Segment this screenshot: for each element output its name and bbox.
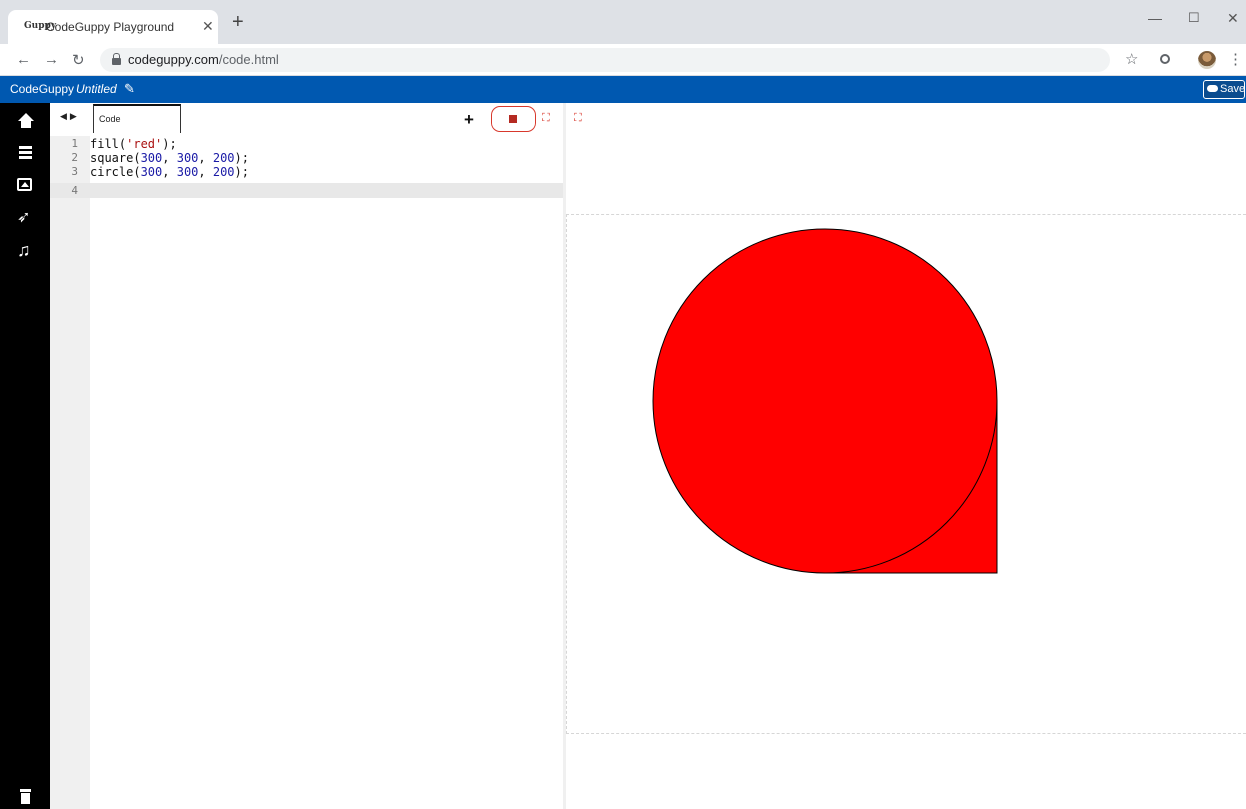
reload-icon[interactable]: ↻ bbox=[72, 51, 85, 69]
app-header: CodeGuppy Untitled ✎ Save bbox=[0, 76, 1246, 103]
red-circle bbox=[652, 228, 998, 574]
music-icon[interactable]: ♫ bbox=[17, 241, 35, 259]
url-text: codeguppy.com/code.html bbox=[128, 52, 279, 67]
line-number: 1 bbox=[71, 137, 78, 150]
rocket-icon[interactable]: ➶ bbox=[17, 209, 35, 227]
forward-icon[interactable]: → bbox=[44, 51, 59, 68]
file-name[interactable]: Untitled bbox=[76, 82, 117, 96]
browser-tab[interactable]: Guppy CodeGuppy Playground ✕ bbox=[8, 10, 218, 44]
sidebar: ➶ ♫ bbox=[0, 103, 50, 809]
expand-editor-icon[interactable]: ⛶ bbox=[542, 112, 550, 125]
address-bar[interactable]: codeguppy.com/code.html bbox=[100, 48, 1110, 72]
menu-dots-icon[interactable]: ⋮ bbox=[1228, 50, 1243, 68]
bookmark-star-icon[interactable]: ☆ bbox=[1125, 50, 1138, 68]
image-icon[interactable] bbox=[17, 178, 32, 191]
line-number: 2 bbox=[71, 151, 78, 164]
code-line[interactable]: 2 square(300, 300, 200); bbox=[50, 151, 563, 165]
tab-title: CodeGuppy Playground bbox=[46, 20, 175, 34]
code-line[interactable]: 3 circle(300, 300, 200); bbox=[50, 165, 563, 179]
extension-icon[interactable] bbox=[1160, 54, 1170, 64]
line-code: fill('red'); bbox=[90, 137, 177, 151]
canvas-drawing bbox=[652, 228, 998, 574]
app-brand[interactable]: CodeGuppy bbox=[10, 82, 74, 96]
tab-close-icon[interactable]: ✕ bbox=[202, 18, 214, 35]
browser-tab-bar: Guppy CodeGuppy Playground ✕ + — ☐ ✕ bbox=[0, 0, 1246, 44]
stop-button[interactable] bbox=[491, 106, 536, 132]
window-close-icon[interactable]: ✕ bbox=[1227, 10, 1239, 27]
trash-icon[interactable] bbox=[17, 789, 35, 807]
save-label: Save bbox=[1220, 83, 1246, 95]
maximize-icon[interactable]: ☐ bbox=[1188, 10, 1200, 26]
home-icon[interactable] bbox=[17, 113, 35, 131]
tab-code[interactable]: Code bbox=[93, 104, 181, 133]
line-number: 3 bbox=[71, 165, 78, 178]
pencil-icon[interactable]: ✎ bbox=[124, 81, 135, 97]
cloud-icon bbox=[1207, 85, 1218, 92]
list-icon[interactable] bbox=[17, 145, 35, 163]
avatar[interactable] bbox=[1198, 51, 1216, 69]
line-code: square(300, 300, 200); bbox=[90, 151, 249, 165]
code-line[interactable]: 1 fill('red'); bbox=[50, 137, 563, 151]
stop-icon bbox=[509, 115, 517, 123]
browser-toolbar: ← → ↻ codeguppy.com/code.html ☆ ⋮ bbox=[0, 44, 1246, 76]
output-panel: ⛶ bbox=[566, 103, 1246, 809]
line-code: circle(300, 300, 200); bbox=[90, 165, 249, 179]
back-icon[interactable]: ← bbox=[16, 51, 31, 68]
tab-code-label: Code bbox=[99, 114, 121, 124]
code-editor-panel: ◀▶ Code + ⛶ 1 fill('red'); 2 square(300,… bbox=[50, 103, 563, 809]
code-line-active[interactable]: 4 bbox=[50, 183, 563, 198]
toggle-panel-arrows-icon[interactable]: ◀▶ bbox=[60, 111, 80, 122]
canvas[interactable] bbox=[566, 214, 1246, 734]
expand-canvas-icon[interactable]: ⛶ bbox=[574, 112, 582, 125]
minimize-icon[interactable]: — bbox=[1148, 10, 1162, 26]
line-gutter bbox=[50, 136, 90, 809]
lock-icon bbox=[112, 53, 121, 65]
line-number: 4 bbox=[71, 184, 78, 197]
save-button[interactable]: Save bbox=[1203, 80, 1245, 99]
new-tab-icon[interactable]: + bbox=[232, 12, 244, 32]
add-file-icon[interactable]: + bbox=[464, 110, 474, 130]
